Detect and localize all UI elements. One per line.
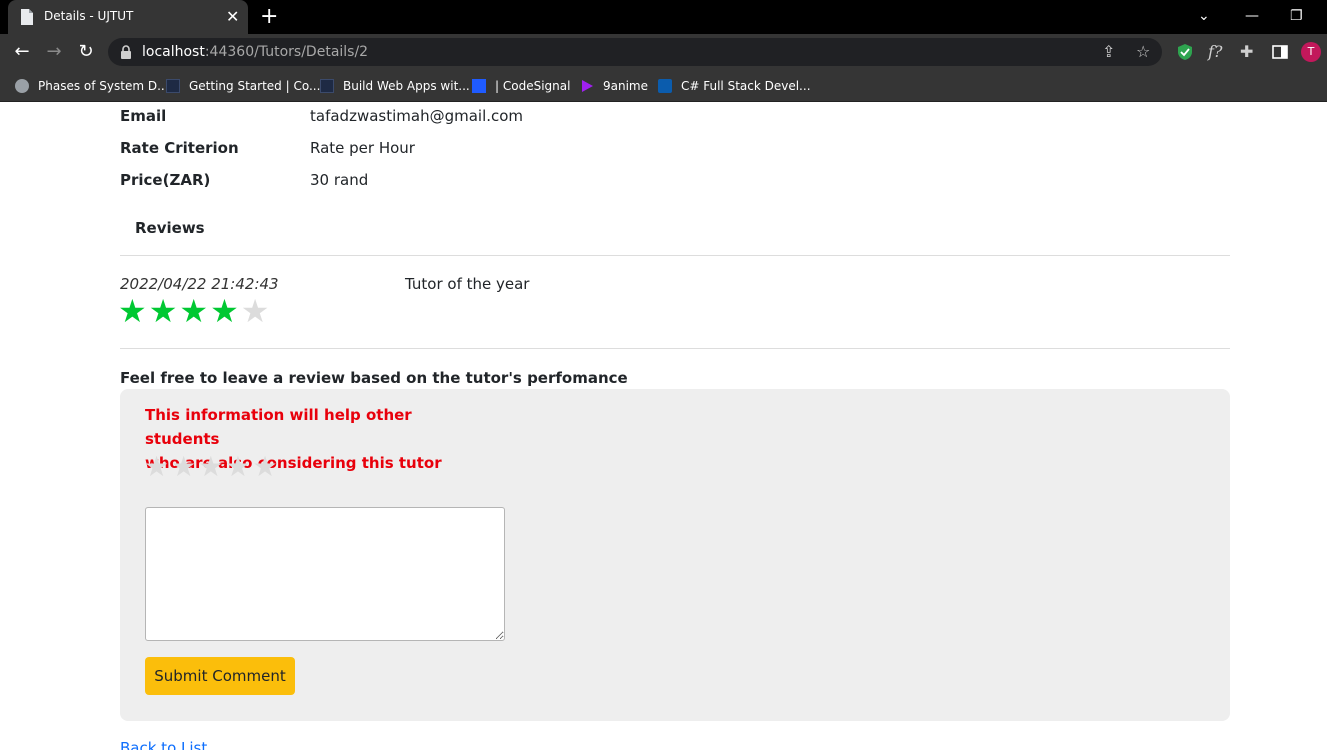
star-filled-icon: ★ — [210, 292, 239, 330]
star-empty-icon[interactable]: ★ — [144, 453, 169, 481]
restore-icon[interactable]: ❐ — [1290, 6, 1303, 26]
price-value: 30 rand — [310, 171, 369, 189]
review-star-rating: ★ ★ ★ ★ ★ — [118, 295, 271, 327]
document-icon — [21, 9, 33, 25]
browser-toolbar: ← → ↻ localhost:44360/Tutors/Details/2 ⇪… — [0, 34, 1327, 70]
star-empty-icon[interactable]: ★ — [252, 453, 277, 481]
bookmarks-bar: Phases of System D... Getting Started | … — [0, 70, 1327, 102]
rate-criterion-value: Rate per Hour — [310, 139, 415, 157]
browser-tab[interactable]: Details - UJTUT ✕ — [8, 0, 248, 34]
side-panel-icon[interactable] — [1271, 43, 1289, 61]
page-icon — [166, 79, 180, 93]
bookmark-item[interactable]: Build Web Apps wit... — [320, 76, 470, 96]
tab-title: Details - UJTUT — [44, 9, 134, 23]
forward-arrow-icon[interactable]: → — [42, 40, 66, 64]
rating-input[interactable]: ★ ★ ★ ★ ★ — [144, 453, 280, 481]
reload-icon[interactable]: ↻ — [74, 40, 98, 64]
email-label: Email — [120, 107, 167, 125]
star-filled-icon: ★ — [118, 292, 147, 330]
cj-logo-icon — [658, 79, 672, 93]
divider — [120, 255, 1230, 256]
bookmark-item[interactable]: 9anime — [580, 76, 648, 96]
star-filled-icon: ★ — [148, 292, 178, 330]
page-content: Email tafadzwastimah@gmail.com Rate Crit… — [0, 103, 1327, 750]
play-icon — [582, 80, 593, 92]
tab-search-icon[interactable]: ⌄ — [1198, 6, 1210, 26]
submit-comment-button[interactable]: Submit Comment — [145, 657, 295, 695]
formula-extension-icon[interactable]: f? — [1208, 42, 1223, 62]
rate-criterion-label: Rate Criterion — [120, 139, 239, 157]
divider — [120, 348, 1230, 349]
comment-textarea[interactable] — [145, 507, 505, 641]
bookmark-star-icon[interactable]: ☆ — [1136, 42, 1150, 62]
new-tab-icon[interactable]: + — [260, 4, 278, 30]
star-filled-icon: ★ — [179, 292, 209, 330]
star-empty-icon[interactable]: ★ — [198, 453, 223, 481]
codesignal-icon — [472, 79, 486, 93]
bookmark-item[interactable]: Phases of System D... — [15, 76, 169, 96]
bookmark-item[interactable]: C# Full Stack Devel... — [658, 76, 811, 96]
profile-avatar[interactable]: T — [1301, 42, 1321, 62]
back-arrow-icon[interactable]: ← — [10, 40, 34, 64]
close-tab-icon[interactable]: ✕ — [226, 7, 239, 27]
page-icon — [320, 79, 334, 93]
star-empty-icon[interactable]: ★ — [225, 453, 250, 481]
star-empty-icon: ★ — [240, 292, 270, 330]
address-bar[interactable]: localhost:44360/Tutors/Details/2 ⇪ ☆ — [108, 38, 1162, 66]
review-prompt: Feel free to leave a review based on the… — [120, 369, 628, 387]
price-label: Price(ZAR) — [120, 171, 211, 189]
bookmark-item[interactable]: Getting Started | Co... — [166, 76, 320, 96]
email-value: tafadzwastimah@gmail.com — [310, 107, 524, 125]
lock-icon — [121, 45, 131, 59]
url-text: localhost:44360/Tutors/Details/2 — [142, 44, 369, 60]
reviews-heading: Reviews — [135, 219, 205, 237]
shield-extension-icon[interactable] — [1176, 43, 1194, 61]
review-form-panel: This information will help other student… — [120, 389, 1230, 721]
globe-icon — [15, 79, 29, 93]
bookmark-item[interactable]: | CodeSignal — [472, 76, 570, 96]
browser-tab-strip: Details - UJTUT ✕ + ⌄ — ❐ — [0, 0, 1327, 34]
minimize-icon[interactable]: — — [1245, 6, 1259, 26]
puzzle-extensions-icon[interactable]: ✚ — [1240, 42, 1253, 62]
share-icon[interactable]: ⇪ — [1102, 42, 1115, 62]
back-to-list-link[interactable]: Back to List — [120, 739, 207, 750]
review-comment: Tutor of the year — [405, 275, 530, 293]
review-date: 2022/04/22 21:42:43 — [120, 275, 279, 293]
star-empty-icon[interactable]: ★ — [171, 453, 196, 481]
